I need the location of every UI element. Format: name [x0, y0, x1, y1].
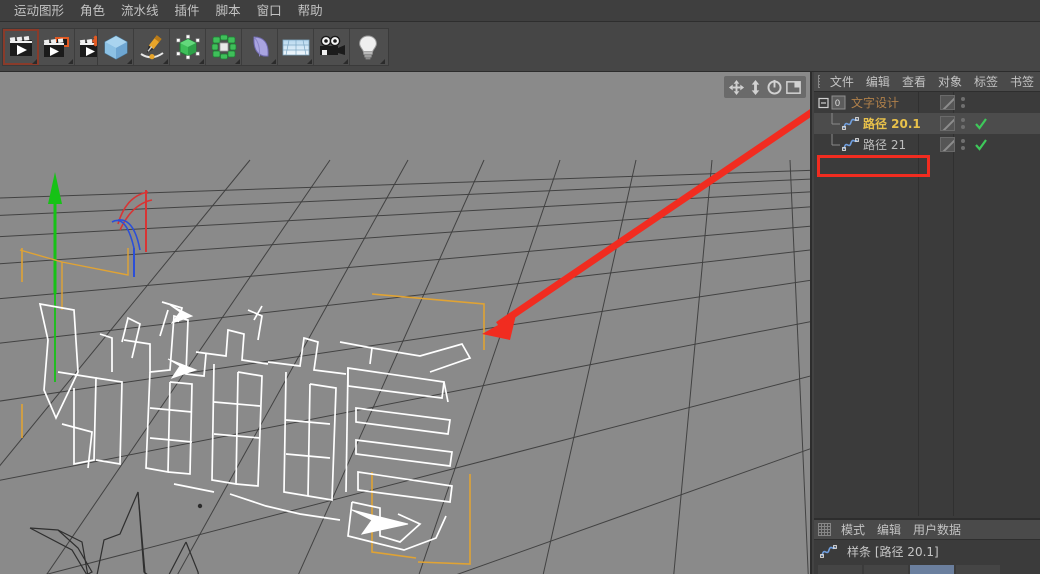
column-divider — [918, 92, 919, 516]
attribute-title-row: 样条 [路径 20.1] — [814, 540, 1040, 562]
attribute-tabs — [814, 565, 1040, 574]
visibility-dots[interactable] — [961, 97, 966, 108]
object-manager-menubar: 文件 编辑 查看 对象 标签 书签 — [814, 72, 1040, 92]
right-panel-column: 文件 编辑 查看 对象 标签 书签 0 文字设计 路径 20.1 路径 21 模… — [814, 72, 1040, 574]
objmgr-menu-object[interactable]: 对象 — [932, 72, 968, 91]
object-row-path-20-1[interactable]: 路径 20.1 — [814, 113, 1040, 134]
menu-item-character[interactable]: 角色 — [72, 2, 113, 20]
object-row-path-21[interactable]: 路径 21 — [814, 134, 1040, 155]
tab-coord[interactable] — [864, 565, 908, 574]
objmgr-menu-bookmarks[interactable]: 书签 — [1004, 72, 1040, 91]
add-environment-button[interactable] — [278, 29, 314, 65]
spline-icon — [820, 543, 837, 560]
objmgr-menu-tags[interactable]: 标签 — [968, 72, 1004, 91]
attribute-manager-menubar: 模式 编辑 用户数据 — [814, 520, 1040, 540]
object-tags — [934, 134, 1040, 155]
visibility-dots[interactable] — [961, 118, 966, 129]
object-row-text-design[interactable]: 0 文字设计 — [814, 92, 1040, 113]
column-divider — [953, 92, 954, 516]
attribute-manager: 模式 编辑 用户数据 样条 [路径 20.1] — [814, 518, 1040, 574]
tree-expand-toggle[interactable] — [818, 92, 830, 113]
secondary-gizmo — [111, 190, 153, 277]
menu-item-mograph[interactable]: 运动图形 — [6, 2, 72, 20]
toolbar-objects-group — [97, 28, 389, 66]
add-camera-button[interactable] — [314, 29, 350, 65]
attribute-title: 样条 [路径 20.1] — [847, 544, 939, 559]
layer-color-swatch[interactable] — [940, 95, 955, 110]
object-label: 文字设计 — [851, 96, 900, 110]
render-to-picture-viewer-button[interactable] — [39, 29, 75, 65]
button-corner-marker — [68, 59, 73, 64]
button-corner-marker — [307, 59, 312, 64]
spline-point-marker — [197, 503, 203, 509]
object-manager: 文件 编辑 查看 对象 标签 书签 0 文字设计 路径 20.1 路径 21 — [814, 72, 1040, 516]
viewport-nav-toolbar — [724, 76, 806, 98]
move-camera-icon[interactable] — [728, 79, 745, 96]
scale-camera-icon[interactable] — [747, 79, 764, 96]
tab-basic[interactable] — [818, 565, 862, 574]
button-corner-marker — [32, 59, 37, 64]
button-corner-marker — [163, 59, 168, 64]
menu-item-plugins[interactable]: 插件 — [167, 2, 208, 20]
panel-grip-icon[interactable] — [818, 75, 820, 88]
layer-color-swatch[interactable] — [940, 116, 955, 131]
visibility-dots[interactable] — [961, 139, 966, 150]
button-corner-marker — [235, 59, 240, 64]
perspective-grid — [0, 169, 810, 574]
rotate-camera-icon[interactable] — [766, 79, 783, 96]
attr-menu-edit[interactable]: 编辑 — [871, 520, 907, 539]
orange-helper-spline — [19, 248, 129, 310]
attr-menu-mode[interactable]: 模式 — [835, 520, 871, 539]
enable-checkmark-icon[interactable] — [974, 117, 988, 131]
main-toolbar — [0, 22, 1040, 72]
viewport-perspective[interactable] — [0, 72, 812, 574]
tree-branch-icon — [830, 113, 842, 134]
add-spline-button[interactable] — [134, 29, 170, 65]
objmgr-menu-view[interactable]: 查看 — [896, 72, 932, 91]
null-layer-icon: 0 — [830, 94, 847, 111]
layer-color-swatch[interactable] — [940, 137, 955, 152]
objmgr-menu-file[interactable]: 文件 — [824, 72, 860, 91]
panel-grip-icon[interactable] — [818, 523, 831, 536]
viewport-canvas — [0, 109, 810, 574]
button-corner-marker — [271, 59, 276, 64]
button-corner-marker — [127, 59, 132, 64]
spline-icon — [842, 136, 859, 153]
add-cube-button[interactable] — [98, 29, 134, 65]
object-tags — [934, 113, 1040, 134]
attr-menu-user-data[interactable]: 用户数据 — [907, 520, 967, 539]
button-corner-marker — [380, 59, 385, 64]
panel-split-icon[interactable] — [785, 79, 802, 96]
menu-item-script[interactable]: 脚本 — [208, 2, 249, 20]
menu-item-help[interactable]: 帮助 — [290, 2, 331, 20]
menu-bar: 运动图形 角色 流水线 插件 脚本 窗口 帮助 — [0, 0, 1040, 22]
add-generator-button[interactable] — [170, 29, 206, 65]
render-view-button[interactable] — [3, 29, 39, 65]
objmgr-menu-edit[interactable]: 编辑 — [860, 72, 896, 91]
selected-spline-text — [38, 301, 472, 551]
object-label: 路径 21 — [863, 138, 907, 152]
add-light-button[interactable] — [350, 29, 386, 65]
object-label: 路径 20.1 — [863, 117, 921, 131]
object-tree[interactable]: 0 文字设计 路径 20.1 路径 21 — [814, 92, 1040, 516]
button-corner-marker — [199, 59, 204, 64]
enable-checkmark-icon[interactable] — [974, 138, 988, 152]
tree-branch-icon — [830, 134, 842, 155]
tab-extra[interactable] — [956, 565, 1000, 574]
tab-object[interactable] — [910, 565, 954, 574]
svg-text:0: 0 — [835, 98, 840, 108]
add-deformer-button[interactable] — [242, 29, 278, 65]
button-corner-marker — [343, 59, 348, 64]
spline-icon — [842, 115, 859, 132]
object-tags — [934, 92, 1040, 113]
add-mograph-button[interactable] — [206, 29, 242, 65]
menu-item-pipeline[interactable]: 流水线 — [113, 2, 167, 20]
menu-item-window[interactable]: 窗口 — [249, 2, 290, 20]
